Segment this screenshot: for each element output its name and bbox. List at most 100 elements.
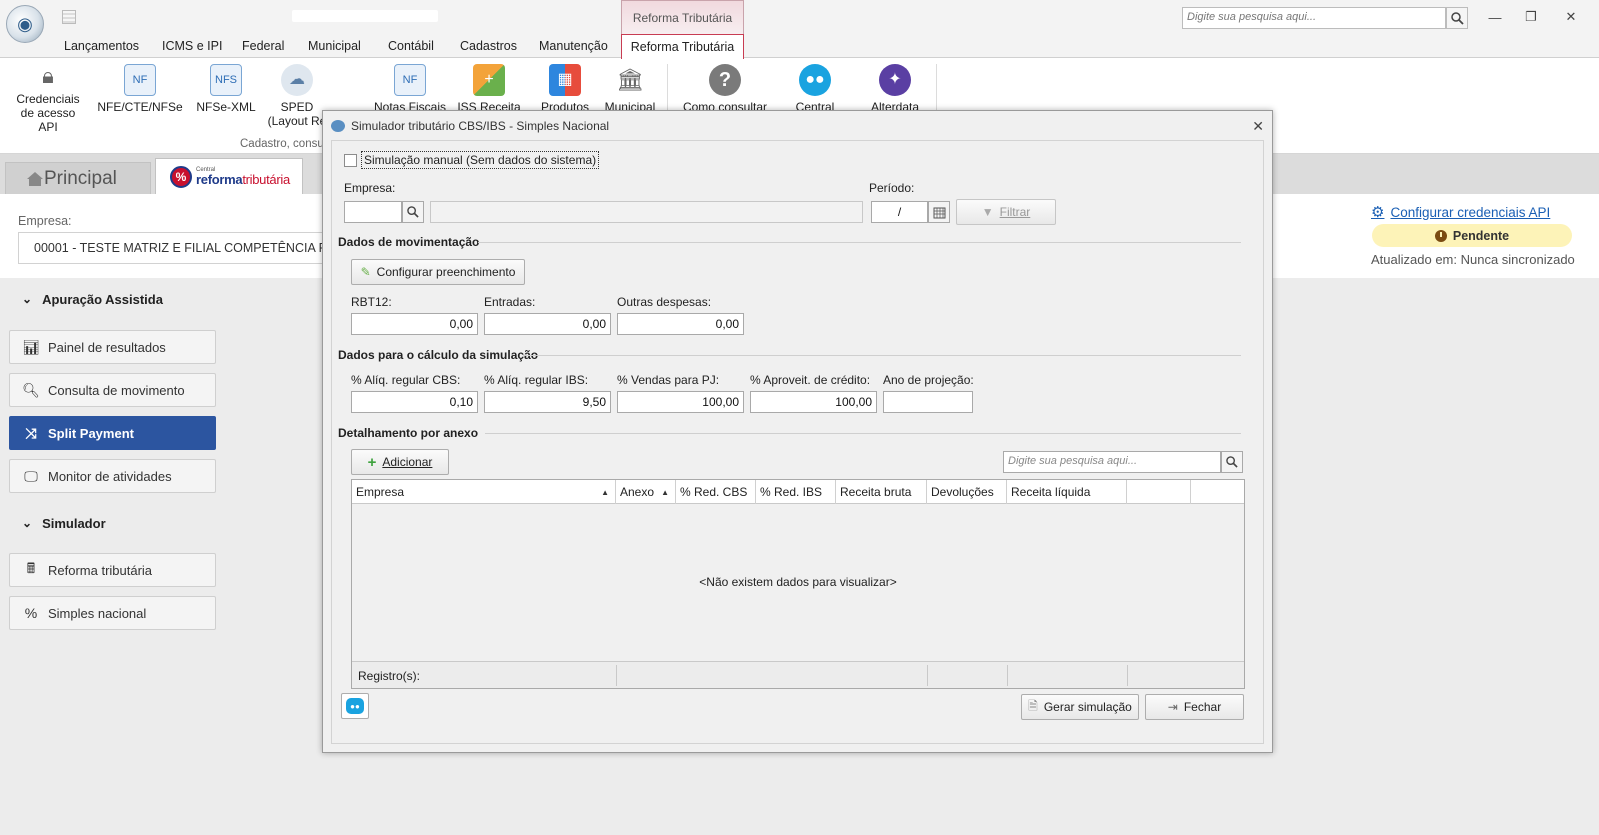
tab-reforma-tributaria[interactable]: % Central reformatributária [155, 158, 303, 194]
sidebar-item-simples[interactable]: % Simples nacional [9, 596, 216, 630]
shuffle-icon: ⤨ [25, 424, 37, 441]
clock-icon [1434, 229, 1447, 242]
sped-cloud-icon: ☁ [281, 64, 313, 96]
grid-footer: Registro(s): [352, 661, 1244, 688]
central-chat-button[interactable]: ●● [341, 693, 369, 719]
vendas-pj-input[interactable]: 100,00 [617, 391, 744, 413]
menu-manutencao[interactable]: Manutenção [539, 34, 608, 58]
filtrar-button[interactable]: ▼ Filtrar [956, 199, 1056, 225]
search-icon: 🔍︎ [22, 381, 40, 398]
ribbon-nfe-button[interactable]: NF NFE/CTE/NFSe [97, 64, 183, 134]
tab-principal[interactable]: Principal [5, 162, 151, 194]
ibs-input[interactable]: 9,50 [484, 391, 611, 413]
municipal-icon: 🏛︎ [614, 64, 646, 96]
col-extra [1127, 480, 1191, 504]
document-icon: 🗎︎ [1028, 698, 1038, 713]
sidebar-section-simulador[interactable]: ⌄ Simulador [0, 502, 222, 544]
col-red-cbs[interactable]: % Red. CBS [676, 480, 756, 504]
outras-despesas-input[interactable]: 0,00 [617, 313, 744, 335]
entradas-input[interactable]: 0,00 [484, 313, 611, 335]
sidebar-item-reforma[interactable]: 🖩︎ Reforma tributária [9, 553, 216, 587]
minimize-button[interactable]: — [1480, 6, 1510, 28]
restore-button[interactable]: ❐ [1516, 6, 1546, 28]
iss-icon: + [473, 64, 505, 96]
sidebar-item-monitor[interactable]: 🖵︎ Monitor de atividades [9, 459, 216, 493]
periodo-input[interactable]: / [871, 201, 928, 223]
menu-reforma-tributaria[interactable]: Reforma Tributária [621, 34, 744, 59]
search-icon[interactable] [1221, 451, 1243, 473]
periodo-label: Período: [869, 181, 915, 195]
grid-empty-message: <Não existem dados para visualizar> [699, 575, 897, 589]
ribbon-credenciais-button[interactable]: 🔒︎ Credenciais de acesso API [14, 64, 82, 134]
vendas-pj-label: % Vendas para PJ: [617, 373, 720, 387]
dialog-close-icon[interactable]: ✕ [1252, 118, 1264, 135]
calculator-icon: 🖩︎ [26, 560, 36, 576]
fechar-button[interactable]: ⇥ Fechar [1145, 694, 1244, 720]
footer-divider [1007, 665, 1008, 686]
notas-icon: NF [394, 64, 426, 96]
window-title-redacted [292, 10, 438, 22]
rbt12-label: RBT12: [351, 295, 392, 309]
quick-access-icon[interactable] [62, 10, 76, 24]
sort-up-icon: ▲ [601, 488, 609, 497]
manual-checkbox[interactable] [344, 154, 357, 167]
empresa-field[interactable]: 00001 - TESTE MATRIZ E FILIAL COMPETÊNCI… [18, 232, 338, 264]
section-divider [485, 433, 1241, 434]
col-red-ibs[interactable]: % Red. IBS [756, 480, 836, 504]
cbs-input[interactable]: 0,10 [351, 391, 478, 413]
calendar-icon[interactable] [928, 201, 950, 223]
search-icon[interactable] [1446, 7, 1468, 29]
sidebar-item-painel[interactable]: 📊︎ Painel de resultados [9, 330, 216, 364]
outras-despesas-label: Outras despesas: [617, 295, 712, 309]
cbs-label: % Alíq. regular CBS: [351, 373, 461, 387]
exit-icon: ⇥ [1167, 700, 1178, 714]
lock-icon: 🔒︎ [32, 64, 64, 88]
manual-checkbox-label[interactable]: Simulação manual (Sem dados do sistema) [361, 151, 600, 169]
simulador-dialog: Simulador tributário CBS/IBS - Simples N… [322, 110, 1273, 753]
chevron-down-icon: ⌄ [22, 516, 33, 530]
footer-divider [1127, 665, 1128, 686]
aproveit-credito-input[interactable]: 100,00 [750, 391, 877, 413]
menu-cadastros[interactable]: Cadastros [460, 34, 517, 58]
context-tab-header: Reforma Tributária [621, 0, 744, 34]
sidebar-item-consulta[interactable]: 🔍︎ Consulta de movimento [9, 373, 216, 407]
col-devolucoes[interactable]: Devoluções [927, 480, 1007, 504]
dlg-empresa-code-input[interactable] [344, 201, 402, 223]
close-window-button[interactable]: ✕ [1556, 6, 1586, 28]
search-icon[interactable] [402, 201, 424, 223]
global-search-input[interactable]: Digite sua pesquisa aqui... [1182, 7, 1446, 29]
adicionar-button[interactable]: + Adicionar [351, 449, 449, 475]
chat-icon: ●● [346, 698, 364, 714]
dlg-empresa-label: Empresa: [344, 181, 396, 195]
monitor-icon: 🖵︎ [24, 467, 38, 484]
sidebar-section-apuracao[interactable]: ⌄ Apuração Assistida [0, 278, 222, 320]
col-receita-liquida[interactable]: Receita líquida [1007, 480, 1127, 504]
aproveit-credito-label: % Aproveit. de crédito: [750, 373, 871, 387]
rbt12-input[interactable]: 0,00 [351, 313, 478, 335]
ano-projecao-input[interactable] [883, 391, 973, 413]
gerar-simulacao-button[interactable]: 🗎︎ Gerar simulação [1021, 694, 1139, 720]
status-badge: Pendente [1372, 224, 1572, 247]
percent-icon: % [170, 165, 192, 188]
col-empresa[interactable]: Empresa ▲ [352, 480, 616, 504]
configurar-preenchimento-button[interactable]: ✎ Configurar preenchimento [351, 259, 525, 285]
grid-search-input[interactable]: Digite sua pesquisa aqui... [1003, 451, 1221, 473]
sidebar-item-split-payment[interactable]: ⤨ Split Payment [9, 416, 216, 450]
sort-up-icon: ▲ [661, 488, 669, 497]
menu-contabil[interactable]: Contábil [388, 34, 434, 58]
nfe-icon: NF [124, 64, 156, 96]
menu-icms-ipi[interactable]: ICMS e IPI [162, 34, 222, 58]
menu-federal[interactable]: Federal [242, 34, 284, 58]
configurar-credenciais-link[interactable]: ⚙ Configurar credenciais API [1371, 203, 1550, 221]
menu-municipal[interactable]: Municipal [308, 34, 361, 58]
alterdata-icon: ✦ [879, 64, 911, 96]
ribbon-sped-button[interactable]: ☁ SPED (Layout Re [266, 64, 328, 134]
col-anexo[interactable]: Anexo ▲ [616, 480, 676, 504]
home-icon [27, 172, 43, 186]
menu-lancamentos[interactable]: Lançamentos [64, 34, 139, 58]
col-receita-bruta[interactable]: Receita bruta [836, 480, 927, 504]
ribbon-nfse-xml-button[interactable]: NFS NFSe-XML [194, 64, 258, 134]
sync-status-text: Atualizado em: Nunca sincronizado [1371, 252, 1575, 267]
plus-icon: + [367, 453, 377, 471]
app-logo-icon[interactable]: ◉ [6, 5, 44, 43]
